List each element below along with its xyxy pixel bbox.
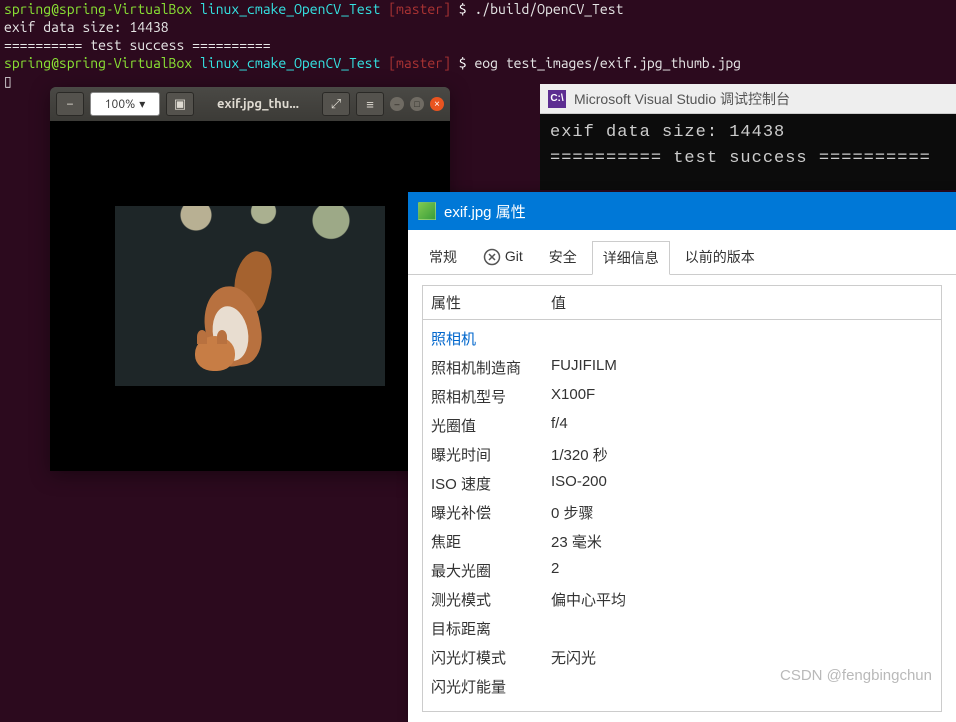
squirrel-subject xyxy=(165,236,285,376)
fit-button[interactable]: ▣ xyxy=(166,92,194,116)
chevron-down-icon: ▾ xyxy=(139,97,145,111)
console-icon: C:\ xyxy=(548,90,566,108)
property-value: FUJIFILM xyxy=(551,357,617,378)
titlebar[interactable]: − 100%▾ ▣ exif.jpg_thu... ⤢ ≡ – □ × xyxy=(50,87,450,121)
image-viewer-window[interactable]: − 100%▾ ▣ exif.jpg_thu... ⤢ ≡ – □ × xyxy=(50,87,450,471)
property-key: 光圈值 xyxy=(431,415,551,436)
group-camera[interactable]: 照相机 xyxy=(431,324,933,353)
property-key: 最大光圈 xyxy=(431,560,551,581)
terminal-line: spring@spring-VirtualBox linux_cmake_Ope… xyxy=(4,54,952,72)
terminal-command: ./build/OpenCV_Test xyxy=(474,1,623,17)
prompt-path: linux_cmake_OpenCV_Test xyxy=(200,1,380,17)
window-title: exif.jpg_thu... xyxy=(200,97,316,111)
prompt-user: spring@spring-VirtualBox xyxy=(4,1,192,17)
property-row[interactable]: 照相机制造商FUJIFILM xyxy=(431,353,933,382)
minus-icon: − xyxy=(66,97,73,111)
table-body[interactable]: 照相机 照相机制造商FUJIFILM照相机型号X100F光圈值f/4曝光时间1/… xyxy=(422,320,942,712)
property-value: 无闪光 xyxy=(551,647,596,668)
prompt-path: linux_cmake_OpenCV_Test xyxy=(200,55,380,71)
fit-icon: ▣ xyxy=(174,97,186,112)
property-key: 照相机制造商 xyxy=(431,357,551,378)
property-key: 曝光时间 xyxy=(431,444,551,465)
property-row[interactable]: 最大光圈2 xyxy=(431,556,933,585)
property-value: 23 毫米 xyxy=(551,531,602,552)
close-icon: × xyxy=(434,98,440,110)
tab-git[interactable]: Git xyxy=(472,241,534,273)
property-key: 照相机型号 xyxy=(431,386,551,407)
terminal-output: exif data size: 14438 xyxy=(4,18,952,36)
hamburger-icon: ≡ xyxy=(366,97,374,112)
tab-security[interactable]: 安全 xyxy=(538,240,588,274)
property-row[interactable]: 焦距23 毫米 xyxy=(431,527,933,556)
expand-icon: ⤢ xyxy=(331,97,341,112)
fullscreen-button[interactable]: ⤢ xyxy=(322,92,350,116)
window-title: exif.jpg 属性 xyxy=(444,201,526,222)
property-key: 闪光灯模式 xyxy=(431,647,551,668)
tabs: 常规 Git 安全 详细信息 以前的版本 xyxy=(408,230,956,275)
maximize-icon: □ xyxy=(414,99,419,109)
property-value: 1/320 秒 xyxy=(551,444,608,465)
minimize-button[interactable]: – xyxy=(390,97,404,111)
output-line: exif data size: 14438 xyxy=(550,120,946,146)
vs-debug-console[interactable]: C:\ Microsoft Visual Studio 调试控制台 exif d… xyxy=(540,84,956,190)
property-key: ISO 速度 xyxy=(431,473,551,494)
property-row[interactable]: 曝光时间1/320 秒 xyxy=(431,440,933,469)
git-icon xyxy=(483,248,501,266)
table-header: 属性 值 xyxy=(422,285,942,320)
property-row[interactable]: 照相机型号X100F xyxy=(431,382,933,411)
prompt-symbol: $ xyxy=(459,55,467,71)
close-button[interactable]: × xyxy=(430,97,444,111)
header-value: 值 xyxy=(551,292,566,313)
watermark: CSDN @fengbingchun xyxy=(780,667,932,684)
tab-previous-versions[interactable]: 以前的版本 xyxy=(674,240,766,274)
property-key: 闪光灯能量 xyxy=(431,676,551,697)
tab-details[interactable]: 详细信息 xyxy=(592,241,670,275)
property-value: 0 步骤 xyxy=(551,502,594,523)
zoom-level[interactable]: 100%▾ xyxy=(90,92,160,116)
terminal-output: ========== test success ========== xyxy=(4,36,952,54)
property-key: 焦距 xyxy=(431,531,551,552)
menu-button[interactable]: ≡ xyxy=(356,92,384,116)
output-line: ========== test success ========== xyxy=(550,146,946,172)
property-key: 目标距离 xyxy=(431,618,551,639)
property-value: ISO-200 xyxy=(551,473,607,494)
property-value: X100F xyxy=(551,386,595,407)
property-key: 测光模式 xyxy=(431,589,551,610)
terminal-command: eog test_images/exif.jpg_thumb.jpg xyxy=(474,55,741,71)
titlebar[interactable]: C:\ Microsoft Visual Studio 调试控制台 xyxy=(540,84,956,114)
property-row[interactable]: 光圈值f/4 xyxy=(431,411,933,440)
prompt-symbol: $ xyxy=(459,1,467,17)
linux-terminal[interactable]: spring@spring-VirtualBox linux_cmake_Ope… xyxy=(0,0,956,90)
file-properties-window[interactable]: exif.jpg 属性 常规 Git 安全 详细信息 以前的版本 属性 值 照相… xyxy=(408,192,956,722)
prompt-branch: [master] xyxy=(388,1,451,17)
titlebar[interactable]: exif.jpg 属性 xyxy=(408,192,956,230)
property-row[interactable]: 曝光补偿0 步骤 xyxy=(431,498,933,527)
window-title: Microsoft Visual Studio 调试控制台 xyxy=(574,89,790,109)
property-row[interactable]: ISO 速度ISO-200 xyxy=(431,469,933,498)
maximize-button[interactable]: □ xyxy=(410,97,424,111)
property-row[interactable]: 目标距离 xyxy=(431,614,933,643)
property-row[interactable]: 测光模式偏中心平均 xyxy=(431,585,933,614)
displayed-image xyxy=(115,206,385,386)
property-value: 偏中心平均 xyxy=(551,589,626,610)
zoom-out-button[interactable]: − xyxy=(56,92,84,116)
property-value: 2 xyxy=(551,560,559,581)
prompt-branch: [master] xyxy=(388,55,451,71)
prompt-user: spring@spring-VirtualBox xyxy=(4,55,192,71)
details-table: 属性 值 照相机 照相机制造商FUJIFILM照相机型号X100F光圈值f/4曝… xyxy=(408,275,956,722)
minimize-icon: – xyxy=(395,99,400,110)
tab-general[interactable]: 常规 xyxy=(418,240,468,274)
terminal-line: spring@spring-VirtualBox linux_cmake_Ope… xyxy=(4,0,952,18)
console-output: exif data size: 14438 ========== test su… xyxy=(540,114,956,190)
image-canvas[interactable] xyxy=(50,121,450,471)
property-value: f/4 xyxy=(551,415,568,436)
image-file-icon xyxy=(418,202,436,220)
property-key: 曝光补偿 xyxy=(431,502,551,523)
header-property: 属性 xyxy=(431,292,551,313)
